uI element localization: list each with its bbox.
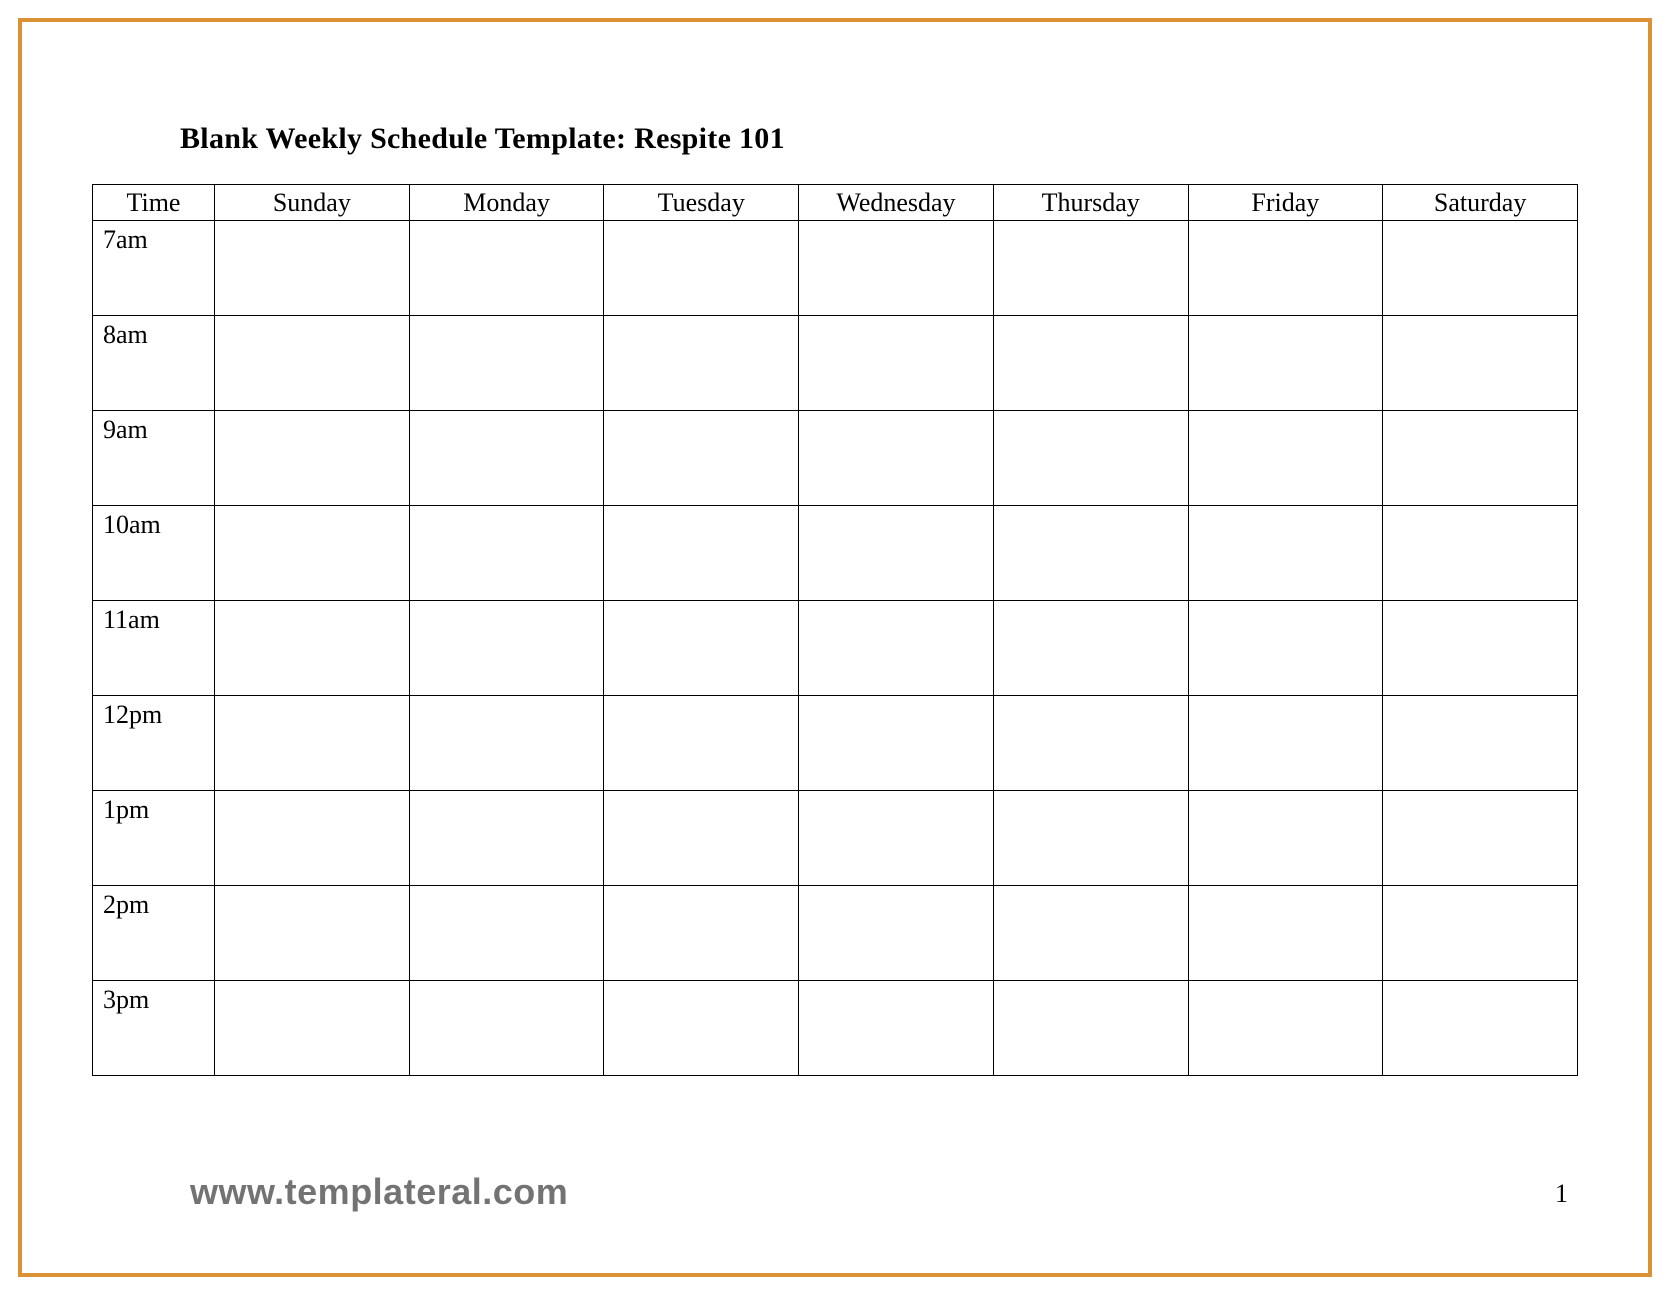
schedule-cell bbox=[409, 601, 604, 696]
schedule-cell bbox=[1383, 696, 1578, 791]
schedule-cell bbox=[1188, 221, 1383, 316]
schedule-cell bbox=[799, 696, 994, 791]
schedule-cell bbox=[1188, 316, 1383, 411]
header-sunday: Sunday bbox=[215, 185, 410, 221]
table-row: 3pm bbox=[93, 981, 1578, 1076]
schedule-cell bbox=[993, 981, 1188, 1076]
document-title: Blank Weekly Schedule Template: Respite … bbox=[180, 122, 1578, 156]
schedule-cell bbox=[409, 316, 604, 411]
schedule-cell bbox=[993, 791, 1188, 886]
schedule-cell bbox=[1188, 411, 1383, 506]
table-body: 7am 8am bbox=[93, 221, 1578, 1076]
schedule-cell bbox=[409, 886, 604, 981]
time-cell: 11am bbox=[93, 601, 215, 696]
header-time: Time bbox=[93, 185, 215, 221]
schedule-cell bbox=[993, 411, 1188, 506]
page-number: 1 bbox=[1555, 1179, 1568, 1209]
header-wednesday: Wednesday bbox=[799, 185, 994, 221]
schedule-cell bbox=[993, 506, 1188, 601]
schedule-cell bbox=[799, 601, 994, 696]
schedule-cell bbox=[1383, 791, 1578, 886]
time-cell: 10am bbox=[93, 506, 215, 601]
schedule-cell bbox=[215, 411, 410, 506]
schedule-cell bbox=[409, 981, 604, 1076]
schedule-cell bbox=[604, 981, 799, 1076]
header-friday: Friday bbox=[1188, 185, 1383, 221]
schedule-cell bbox=[1188, 696, 1383, 791]
schedule-cell bbox=[604, 221, 799, 316]
schedule-cell bbox=[1383, 981, 1578, 1076]
schedule-cell bbox=[993, 696, 1188, 791]
schedule-cell bbox=[215, 791, 410, 886]
time-cell: 12pm bbox=[93, 696, 215, 791]
time-cell: 8am bbox=[93, 316, 215, 411]
table-row: 11am bbox=[93, 601, 1578, 696]
table-row: 8am bbox=[93, 316, 1578, 411]
schedule-cell bbox=[1383, 316, 1578, 411]
schedule-cell bbox=[799, 791, 994, 886]
schedule-cell bbox=[604, 411, 799, 506]
schedule-cell bbox=[215, 601, 410, 696]
schedule-cell bbox=[604, 696, 799, 791]
schedule-cell bbox=[799, 886, 994, 981]
table-header-row: Time Sunday Monday Tuesday Wednesday Thu… bbox=[93, 185, 1578, 221]
schedule-cell bbox=[215, 316, 410, 411]
time-cell: 3pm bbox=[93, 981, 215, 1076]
schedule-cell bbox=[215, 506, 410, 601]
table-row: 9am bbox=[93, 411, 1578, 506]
schedule-cell bbox=[215, 886, 410, 981]
schedule-cell bbox=[604, 791, 799, 886]
schedule-cell bbox=[215, 696, 410, 791]
schedule-cell bbox=[604, 316, 799, 411]
schedule-cell bbox=[799, 981, 994, 1076]
schedule-cell bbox=[1188, 506, 1383, 601]
schedule-cell bbox=[604, 506, 799, 601]
table-row: 12pm bbox=[93, 696, 1578, 791]
schedule-cell bbox=[1383, 506, 1578, 601]
time-cell: 2pm bbox=[93, 886, 215, 981]
schedule-cell bbox=[1188, 791, 1383, 886]
document-frame: Blank Weekly Schedule Template: Respite … bbox=[18, 18, 1652, 1277]
schedule-cell bbox=[1383, 411, 1578, 506]
header-monday: Monday bbox=[409, 185, 604, 221]
table-row: 1pm bbox=[93, 791, 1578, 886]
header-thursday: Thursday bbox=[993, 185, 1188, 221]
schedule-cell bbox=[993, 221, 1188, 316]
schedule-cell bbox=[993, 886, 1188, 981]
watermark-text: www.templateral.com bbox=[190, 1171, 568, 1213]
schedule-cell bbox=[1383, 221, 1578, 316]
time-cell: 7am bbox=[93, 221, 215, 316]
schedule-cell bbox=[799, 411, 994, 506]
schedule-cell bbox=[799, 506, 994, 601]
schedule-cell bbox=[993, 601, 1188, 696]
document-content: Blank Weekly Schedule Template: Respite … bbox=[22, 22, 1648, 1273]
schedule-cell bbox=[799, 221, 994, 316]
schedule-cell bbox=[215, 981, 410, 1076]
schedule-cell bbox=[799, 316, 994, 411]
schedule-cell bbox=[409, 506, 604, 601]
schedule-cell bbox=[1188, 981, 1383, 1076]
schedule-cell bbox=[409, 411, 604, 506]
schedule-cell bbox=[409, 696, 604, 791]
schedule-cell bbox=[604, 601, 799, 696]
time-cell: 9am bbox=[93, 411, 215, 506]
schedule-cell bbox=[1383, 601, 1578, 696]
time-cell: 1pm bbox=[93, 791, 215, 886]
table-row: 10am bbox=[93, 506, 1578, 601]
schedule-cell bbox=[993, 316, 1188, 411]
schedule-cell bbox=[604, 886, 799, 981]
schedule-cell bbox=[1188, 601, 1383, 696]
header-tuesday: Tuesday bbox=[604, 185, 799, 221]
header-saturday: Saturday bbox=[1383, 185, 1578, 221]
table-row: 7am bbox=[93, 221, 1578, 316]
schedule-cell bbox=[409, 791, 604, 886]
schedule-cell bbox=[215, 221, 410, 316]
table-row: 2pm bbox=[93, 886, 1578, 981]
schedule-table: Time Sunday Monday Tuesday Wednesday Thu… bbox=[92, 184, 1578, 1076]
schedule-cell bbox=[1188, 886, 1383, 981]
schedule-cell bbox=[1383, 886, 1578, 981]
schedule-cell bbox=[409, 221, 604, 316]
